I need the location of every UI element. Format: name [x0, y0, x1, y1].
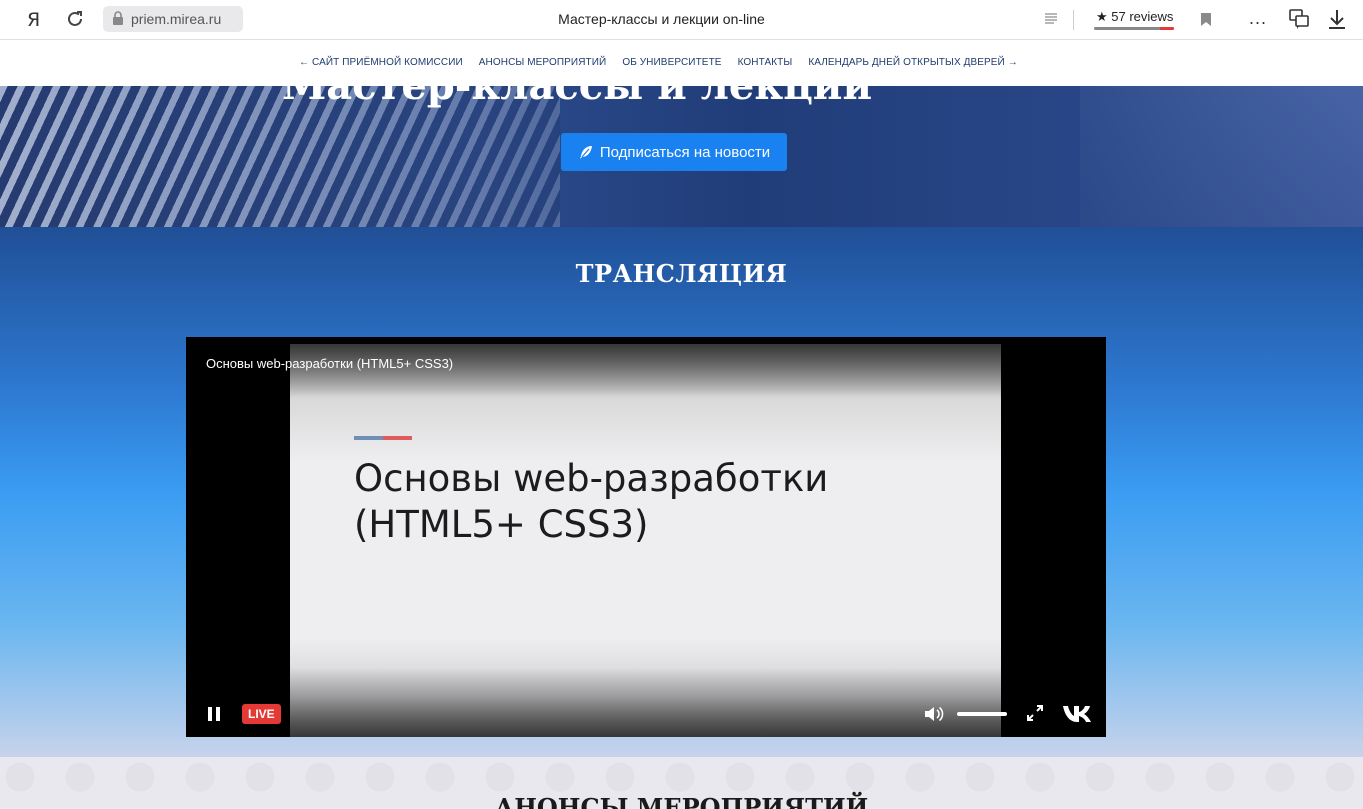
nav-item-admissions-site[interactable]: ← САЙТ ПРИЁМНОЙ КОМИССИИ — [299, 57, 463, 68]
hero-title: Мастер-классы и лекции — [282, 86, 872, 109]
hero-banner: Мастер-классы и лекции Подписаться на но… — [0, 86, 1363, 227]
pause-icon[interactable] — [206, 705, 222, 723]
more-menu-button[interactable]: ... — [1249, 8, 1267, 29]
bookmark-icon[interactable] — [1200, 12, 1212, 27]
announcements-title: АНОНСЫ МЕРОПРИЯТИЙ — [494, 793, 869, 809]
slide-title: Основы web-разработки (HTML5+ CSS3) — [354, 457, 829, 546]
reviews-badge[interactable]: ★ 57 reviews — [1096, 9, 1173, 25]
browser-toolbar: Я priem.mirea.ru Мастер-классы и лекции … — [0, 0, 1363, 40]
reviews-rating-bar — [1094, 27, 1174, 30]
fullscreen-icon[interactable] — [1026, 704, 1044, 722]
reader-icon[interactable] — [1044, 12, 1058, 26]
nav-item-open-days[interactable]: КАЛЕНДАРЬ ДНЕЙ ОТКРЫТЫХ ДВЕРЕЙ → — [808, 57, 1018, 68]
download-icon[interactable] — [1327, 8, 1347, 30]
nav-item-announcements[interactable]: АНОНСЫ МЕРОПРИЯТИЙ — [479, 57, 607, 68]
stream-section: ТРАНСЛЯЦИЯ Основы web-разработки (HTML5+… — [0, 227, 1363, 757]
subscribe-button[interactable]: Подписаться на новости — [561, 133, 787, 171]
vk-icon[interactable] — [1062, 703, 1092, 723]
video-title[interactable]: Основы web-разработки (HTML5+ CSS3) — [206, 356, 453, 371]
nav-item-contacts[interactable]: КОНТАКТЫ — [738, 57, 793, 68]
live-badge[interactable]: LIVE — [242, 704, 281, 724]
stream-section-title: ТРАНСЛЯЦИЯ — [575, 259, 788, 288]
volume-icon[interactable] — [923, 704, 945, 724]
volume-slider[interactable] — [957, 712, 1007, 716]
player-bottom-overlay — [186, 667, 1106, 737]
nav-item-about[interactable]: ОБ УНИВЕРСИТЕТЕ — [622, 57, 721, 68]
reviews-rating-negative — [1160, 27, 1174, 30]
promo-icon[interactable] — [1288, 8, 1310, 30]
subscribe-label: Подписаться на новости — [599, 143, 771, 161]
toolbar-divider — [1073, 10, 1074, 30]
slide-accent-line — [354, 436, 412, 440]
site-navigation: ← САЙТ ПРИЁМНОЙ КОМИССИИ АНОНСЫ МЕРОПРИЯ… — [0, 40, 1363, 86]
feather-icon — [579, 146, 592, 159]
nav-items: ← САЙТ ПРИЁМНОЙ КОМИССИИ АНОНСЫ МЕРОПРИЯ… — [299, 57, 1018, 68]
video-player[interactable]: Основы web-разработки (HTML5+ CSS3) Осно… — [186, 337, 1106, 737]
announcements-section: АНОНСЫ МЕРОПРИЯТИЙ — [0, 757, 1363, 809]
